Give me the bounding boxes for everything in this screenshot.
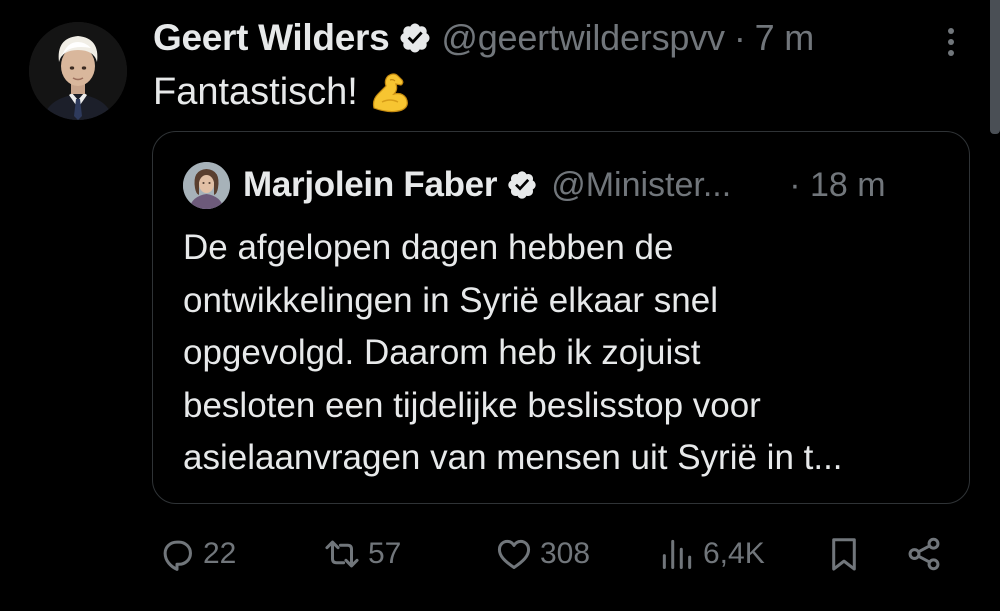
views-icon <box>662 539 692 569</box>
author-avatar[interactable] <box>29 22 127 120</box>
tweet-text: Fantastisch! <box>153 70 358 113</box>
like-icon <box>497 539 531 569</box>
verified-badge-icon <box>508 171 536 199</box>
view-count: 6,4K <box>703 537 765 570</box>
quoted-author-handle: @Minister... <box>551 165 732 204</box>
tweet-timestamp[interactable]: 7 m <box>755 17 815 59</box>
quoted-text-line: besloten een tijdelijke beslisstop voor <box>183 385 761 425</box>
like-button[interactable]: 308 <box>495 530 590 578</box>
meta-separator: · <box>789 165 801 204</box>
quoted-author-avatar <box>183 161 230 209</box>
flexed-biceps-emoji-icon <box>372 73 408 113</box>
quoted-tweet-header: Marjolein Faber @Minister... · 18 m <box>183 161 943 209</box>
author-name[interactable]: Geert Wilders <box>153 17 390 59</box>
bookmark-button[interactable] <box>825 530 863 578</box>
quoted-text-line: De afgelopen dagen hebben de <box>183 228 674 267</box>
scrollbar-thumb[interactable] <box>990 0 1000 134</box>
like-count: 308 <box>540 537 591 570</box>
quoted-tweet-card[interactable]: Marjolein Faber @Minister... · 18 m De a… <box>152 131 970 504</box>
quoted-text-line: opgevolgd. Daarom heb ik zojuist <box>183 333 701 372</box>
reply-count: 22 <box>203 537 237 570</box>
quoted-tweet-text: De afgelopen dagen hebben de ontwikkelin… <box>183 222 943 485</box>
share-icon <box>908 537 940 571</box>
author-handle[interactable]: @geertwilderspvv <box>441 17 725 59</box>
repost-button[interactable]: 57 <box>323 530 401 578</box>
quoted-author-name: Marjolein Faber <box>243 165 498 204</box>
more-options-icon[interactable] <box>937 22 965 62</box>
bookmark-icon <box>832 538 856 571</box>
tweet-view: Geert Wilders @geertwilderspvv · 7 m Fan… <box>0 0 1000 611</box>
repost-count: 57 <box>368 537 402 570</box>
quoted-text-line: asielaanvragen van mensen uit Syrië in t… <box>183 438 843 477</box>
reply-button[interactable]: 22 <box>158 530 236 578</box>
tweet-header: Geert Wilders @geertwilderspvv · 7 m <box>153 16 814 60</box>
share-button[interactable] <box>905 530 943 578</box>
reply-icon <box>163 540 192 571</box>
views-button[interactable]: 6,4K <box>658 530 765 578</box>
quoted-timestamp: · 18 m <box>789 166 885 205</box>
verified-badge-icon <box>400 23 430 53</box>
quoted-text-line: ontwikkelingen in Syrië elkaar snel <box>183 280 718 320</box>
tweet-body: Fantastisch! <box>153 70 412 114</box>
meta-separator: · <box>733 17 746 58</box>
quoted-time: 18 m <box>809 165 886 204</box>
repost-icon <box>325 540 359 568</box>
